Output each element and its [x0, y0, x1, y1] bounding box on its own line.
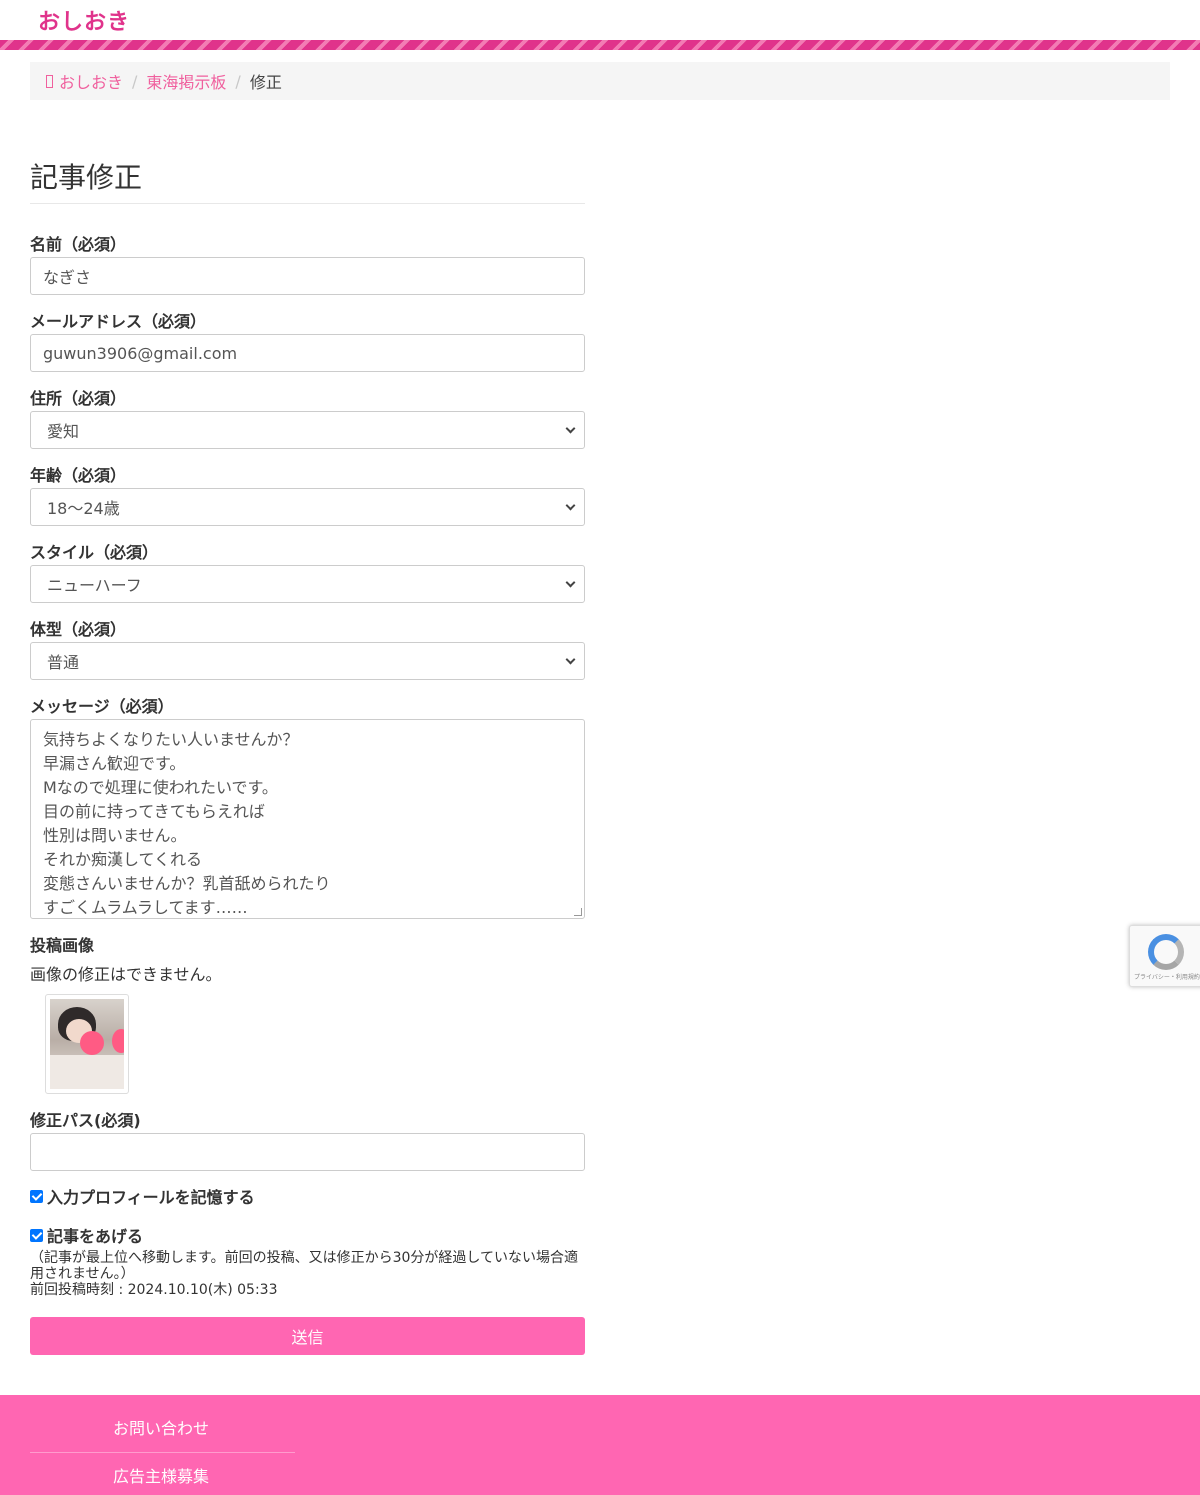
breadcrumb-separator: / — [132, 71, 138, 91]
message-line: Mなので処理に使われたいです。 — [43, 778, 278, 797]
chevron-down-icon — [565, 500, 576, 510]
chevron-down-icon — [565, 654, 576, 664]
chevron-down-icon — [565, 423, 576, 433]
breadcrumb-home-link[interactable]: おしおき — [59, 69, 123, 93]
image-label: 投稿画像 — [30, 936, 95, 955]
email-input[interactable] — [30, 334, 585, 372]
email-label: メールアドレス（必須） — [30, 312, 207, 331]
age-select[interactable]: 18〜24歳 — [30, 488, 585, 526]
password-label: 修正パス(必須) — [30, 1111, 141, 1130]
message-line: 気持ちよくなりたい人いませんか？ — [43, 730, 299, 749]
breadcrumb-separator: / — [235, 71, 241, 91]
bump-note-block: （記事が最上位へ移動します。前回の投稿、又は修正から30分が経過していない場合適… — [30, 1250, 585, 1298]
recaptcha-privacy-terms[interactable]: プライバシー・利用規約 — [1134, 972, 1200, 981]
age-select-value: 18〜24歳 — [47, 499, 120, 518]
footer-divider — [30, 1452, 295, 1453]
message-line: 変態さんいませんか？乳首舐められたり — [43, 874, 331, 893]
title-divider — [30, 203, 585, 204]
submit-button[interactable]: 送信 — [30, 1317, 585, 1355]
message-line: すごくムラムラしてます…… — [43, 898, 248, 917]
remember-profile-label: 入力プロフィールを記憶する — [47, 1188, 255, 1207]
body-type-select-value: 普通 — [47, 653, 80, 672]
body-type-label: 体型（必須） — [30, 620, 127, 639]
password-input[interactable] — [30, 1133, 585, 1171]
address-label: 住所（必須） — [30, 389, 127, 408]
message-line: 目の前に持ってきてもらえれば — [43, 802, 265, 821]
remember-profile-checkbox[interactable] — [30, 1189, 43, 1203]
breadcrumb-current: 修正 — [249, 73, 282, 92]
address-select[interactable]: 愛知 — [30, 411, 585, 449]
site-logo[interactable]: おしおき — [38, 4, 130, 36]
message-line: 早漏さん歓迎です。 — [43, 754, 186, 773]
header-stripe — [0, 40, 1200, 50]
address-select-value: 愛知 — [47, 422, 80, 441]
page-title: 記事修正 — [30, 161, 143, 194]
bump-post-row[interactable]: 記事をあげる — [30, 1223, 143, 1247]
chevron-down-icon — [565, 577, 576, 587]
footer-contact-link[interactable]: お問い合わせ — [113, 1415, 209, 1439]
message-textarea[interactable]: 気持ちよくなりたい人いませんか？ 早漏さん歓迎です。 Mなので処理に使われたいで… — [30, 719, 585, 919]
age-label: 年齢（必須） — [30, 466, 127, 485]
remember-profile-row[interactable]: 入力プロフィールを記憶する — [30, 1184, 255, 1208]
breadcrumb-board-link[interactable]: 東海掲示板 — [146, 69, 226, 93]
top-bar: おしおき — [0, 0, 1200, 40]
resize-handle[interactable] — [574, 908, 582, 916]
style-select[interactable]: ニューハーフ — [30, 565, 585, 603]
post-image-thumbnail — [45, 994, 129, 1094]
body-type-select[interactable]: 普通 — [30, 642, 585, 680]
bump-post-checkbox[interactable] — [30, 1228, 43, 1242]
image-note: 画像の修正はできません。 — [30, 965, 222, 984]
recaptcha-icon — [1148, 934, 1184, 970]
recaptcha-badge[interactable]: プライバシー・利用規約 — [1129, 925, 1200, 987]
last-post-time: 前回投稿時刻 : 2024.10.10(木) 05:33 — [30, 1282, 278, 1298]
breadcrumb: おしおき / 東海掲示板 / 修正 — [30, 62, 1170, 100]
footer-advertiser-link[interactable]: 広告主様募集 — [113, 1463, 209, 1487]
style-label: スタイル（必須） — [30, 543, 159, 562]
message-line: 性別は問いません。 — [43, 826, 187, 845]
name-label: 名前（必須） — [30, 235, 127, 254]
message-line: それか痴漢してくれる — [43, 850, 203, 869]
bump-post-label: 記事をあげる — [47, 1227, 144, 1246]
home-icon[interactable] — [46, 74, 53, 88]
post-image — [50, 999, 124, 1089]
bump-note: （記事が最上位へ移動します。前回の投稿、又は修正から30分が経過していない場合適… — [30, 1250, 578, 1282]
footer: お問い合わせ 広告主様募集 — [0, 1395, 1200, 1495]
name-input[interactable] — [30, 257, 585, 295]
style-select-value: ニューハーフ — [47, 576, 142, 595]
message-label: メッセージ（必須） — [30, 697, 174, 716]
